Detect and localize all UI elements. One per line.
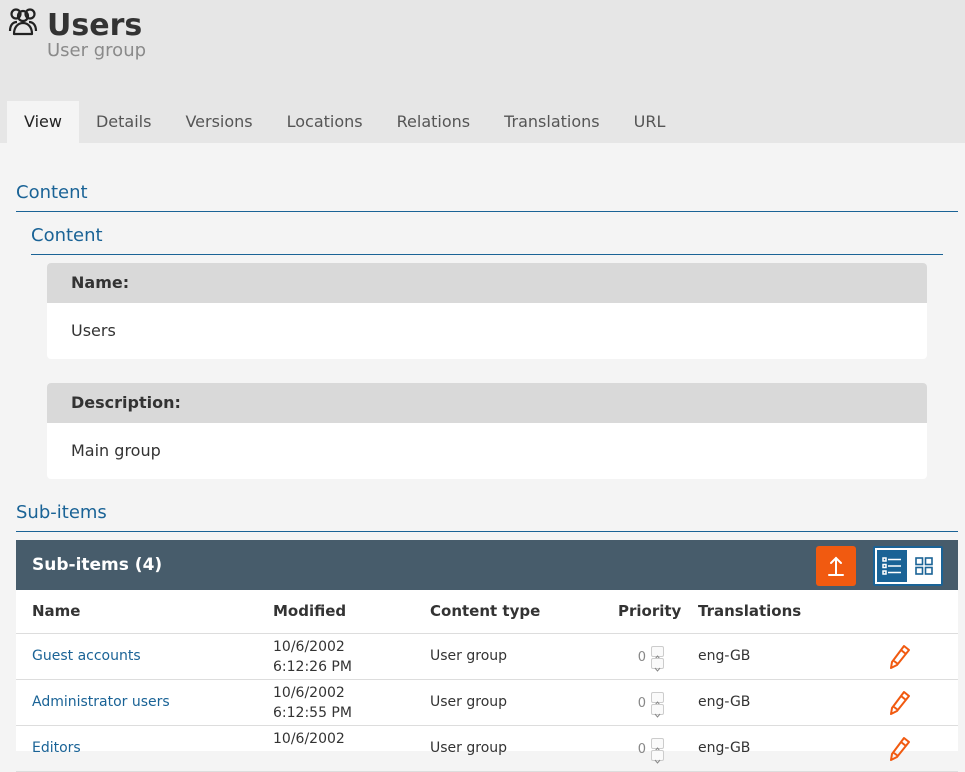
row-modified: 10/6/2002 6:12:55 PM — [273, 683, 352, 723]
priority-down-button[interactable] — [651, 750, 664, 764]
chevron-down-icon — [654, 759, 661, 764]
edit-button[interactable] — [888, 644, 912, 670]
content-section-divider — [16, 211, 958, 212]
page-header: Users User group View Details Versions L… — [0, 0, 965, 143]
priority-stepper[interactable]: 0 — [622, 738, 666, 764]
tab-url[interactable]: URL — [617, 101, 683, 143]
subitems-section-title: Sub-items — [16, 502, 107, 523]
content-section-title: Content — [16, 182, 88, 203]
edit-button[interactable] — [888, 690, 912, 716]
tab-view[interactable]: View — [7, 101, 79, 143]
pencil-icon — [890, 737, 910, 761]
edit-button[interactable] — [888, 736, 912, 762]
view-toggle — [873, 546, 943, 586]
table-row: Administrator users 10/6/2002 6:12:55 PM… — [16, 680, 958, 726]
grid-view-button[interactable] — [909, 550, 939, 582]
row-name-link[interactable]: Editors — [32, 726, 81, 771]
column-header-translations: Translations — [698, 602, 802, 620]
field-description: Description: Main group — [47, 383, 927, 479]
subitems-table-header: Name Modified Content type Priority Tran… — [16, 590, 958, 634]
row-modified-date: 10/6/2002 — [273, 731, 345, 747]
field-name-label: Name: — [47, 263, 927, 303]
upload-button[interactable] — [816, 546, 856, 586]
subitems-panel: Sub-items (4) Name Modified Content type… — [16, 540, 958, 772]
row-content-type: User group — [430, 694, 508, 710]
field-name: Name: Users — [47, 263, 927, 359]
tab-versions[interactable]: Versions — [168, 101, 269, 143]
row-content-type: User group — [430, 648, 508, 664]
row-content-type: User group — [430, 740, 508, 756]
chevron-down-icon — [654, 713, 661, 718]
row-modified-time: 6:12:26 PM — [273, 659, 352, 675]
column-header-modified[interactable]: Modified — [273, 590, 346, 633]
row-name-link[interactable]: Administrator users — [32, 680, 170, 725]
row-translations: eng-GB — [698, 648, 751, 664]
subitems-section-divider — [16, 531, 958, 532]
grid-view-icon — [915, 557, 933, 575]
tab-details[interactable]: Details — [79, 101, 168, 143]
field-name-value: Users — [71, 321, 116, 340]
tab-bar: View Details Versions Locations Relation… — [7, 101, 682, 143]
row-translations: eng-GB — [698, 694, 751, 710]
column-header-content-type[interactable]: Content type — [430, 590, 540, 633]
row-modified-date: 10/6/2002 — [273, 639, 345, 655]
priority-stepper[interactable]: 0 — [622, 646, 666, 672]
priority-stepper[interactable]: 0 — [622, 692, 666, 718]
row-modified-date: 10/6/2002 — [273, 685, 345, 701]
field-description-value: Main group — [71, 441, 161, 460]
column-header-name[interactable]: Name — [32, 590, 80, 633]
row-modified: 10/6/2002 6:12:26 PM — [273, 637, 352, 677]
row-translations: eng-GB — [698, 740, 751, 756]
row-modified-time: 6:12:55 PM — [273, 705, 352, 721]
pencil-icon — [890, 645, 910, 669]
table-row: Editors 10/6/2002 User group 0 eng-GB — [16, 726, 958, 772]
priority-up-button[interactable] — [651, 646, 664, 660]
priority-down-button[interactable] — [651, 658, 664, 672]
content-group-divider — [31, 254, 943, 255]
tab-locations[interactable]: Locations — [270, 101, 380, 143]
pencil-icon — [890, 691, 910, 715]
priority-value[interactable]: 0 — [626, 738, 646, 762]
content-group-title: Content — [31, 225, 103, 246]
list-view-icon — [882, 557, 901, 575]
tab-translations[interactable]: Translations — [487, 101, 617, 143]
table-row: Guest accounts 10/6/2002 6:12:26 PM User… — [16, 634, 958, 680]
page-subtitle: User group — [47, 40, 147, 61]
priority-value[interactable]: 0 — [626, 646, 646, 670]
row-modified: 10/6/2002 — [273, 729, 345, 749]
users-icon — [8, 8, 38, 36]
column-header-priority[interactable]: Priority — [618, 590, 681, 633]
tab-relations[interactable]: Relations — [380, 101, 487, 143]
row-name-link[interactable]: Guest accounts — [32, 634, 141, 679]
priority-value[interactable]: 0 — [626, 692, 646, 716]
priority-down-button[interactable] — [651, 704, 664, 718]
chevron-down-icon — [654, 667, 661, 672]
priority-up-button[interactable] — [651, 738, 664, 752]
field-description-label: Description: — [47, 383, 927, 423]
subitems-panel-header: Sub-items (4) — [16, 540, 958, 590]
priority-up-button[interactable] — [651, 692, 664, 706]
upload-icon — [828, 556, 844, 576]
list-view-button[interactable] — [877, 550, 907, 582]
subitems-panel-title: Sub-items (4) — [32, 555, 163, 575]
